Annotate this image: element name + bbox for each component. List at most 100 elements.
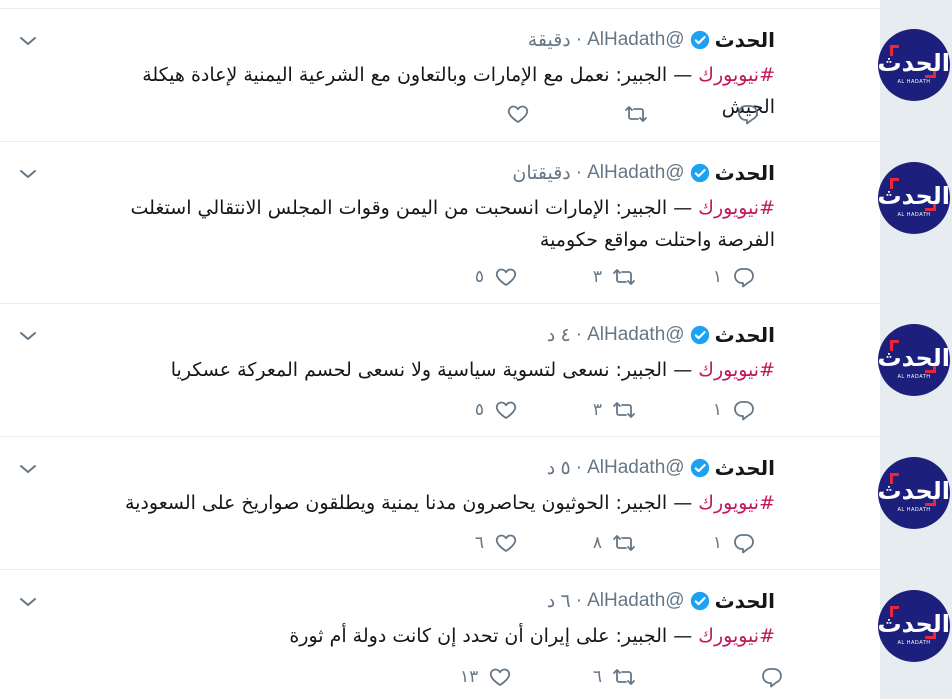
like-button[interactable]: ٥ [470, 264, 518, 290]
chevron-down-icon[interactable] [18, 326, 38, 346]
verified-badge-icon [690, 163, 709, 183]
hashtag-link[interactable]: #نيويورك [698, 197, 775, 219]
account-name[interactable]: الحدث [715, 161, 775, 185]
reply-icon [734, 268, 754, 288]
reply-count: ١ [712, 400, 722, 420]
like-button[interactable]: ١٣ [460, 664, 512, 690]
tweet-text: #نيويورك — الجبير: الإمارات انسحبت من ال… [130, 197, 775, 251]
reply-count: ١ [712, 533, 722, 553]
retweet-count: ٦ [592, 667, 602, 687]
separator-dot: · [575, 590, 583, 611]
reply-button[interactable]: ١ [708, 264, 756, 290]
hashtag-link[interactable]: #نيويورك [698, 625, 775, 647]
reply-icon [734, 401, 754, 421]
account-handle[interactable]: @AlHadath [587, 29, 684, 51]
retweet-button[interactable] [624, 101, 648, 127]
timeline: الحدث AL HADATH الحدث @AlHadath · دقيقة … [0, 0, 950, 699]
separator-dot: · [575, 162, 583, 183]
account-handle[interactable]: @AlHadath [587, 590, 684, 612]
account-handle[interactable]: @AlHadath [587, 324, 684, 346]
verified-badge-icon [690, 30, 709, 50]
retweet-button[interactable]: ٣ [588, 264, 636, 290]
separator-dot: · [575, 29, 583, 50]
like-count: ٥ [474, 400, 484, 420]
reply-icon [762, 668, 782, 688]
retweet-count: ٣ [592, 267, 602, 287]
tweet-time[interactable]: ٦ د [547, 590, 571, 613]
heart-icon [490, 668, 511, 686]
tweet-actions: ١ ٣ ٥ [0, 264, 780, 290]
heart-icon [495, 534, 517, 552]
heart-icon [495, 268, 517, 286]
like-count: ٥ [474, 267, 484, 287]
like-count: ١٣ [460, 667, 479, 687]
account-name[interactable]: الحدث [715, 323, 775, 347]
heart-icon [507, 105, 529, 123]
chevron-down-icon[interactable] [18, 459, 38, 479]
account-handle[interactable]: @AlHadath [587, 162, 684, 184]
retweet-icon [625, 106, 647, 122]
reply-button[interactable]: ١ [708, 530, 756, 556]
avatar[interactable]: الحدث AL HADATH [878, 457, 950, 529]
hashtag-link[interactable]: #نيويورك [698, 359, 775, 381]
retweet-icon [613, 669, 635, 685]
retweet-button[interactable]: ٨ [588, 530, 636, 556]
tweet-time[interactable]: دقيقتان [512, 162, 570, 185]
retweet-button[interactable]: ٣ [588, 397, 636, 423]
tweet-header: الحدث @AlHadath · ٦ د [547, 588, 775, 614]
avatar[interactable]: الحدث AL HADATH [878, 29, 950, 101]
account-name[interactable]: الحدث [715, 589, 775, 613]
tweet-actions: ١ ٨ ٦ [0, 530, 780, 556]
retweet-button[interactable]: ٦ [588, 664, 636, 690]
verified-badge-icon [690, 458, 709, 478]
retweet-icon [613, 269, 635, 285]
tweet-actions [0, 101, 780, 127]
separator-dot: · [575, 457, 583, 478]
reply-icon [738, 105, 758, 125]
reply-button[interactable] [736, 101, 760, 127]
avatar[interactable]: الحدث AL HADATH [878, 590, 950, 662]
like-button[interactable]: ٦ [470, 530, 518, 556]
heart-icon [495, 401, 517, 419]
hashtag-link[interactable]: #نيويورك [698, 64, 775, 86]
verified-badge-icon [690, 325, 709, 345]
tweet-header: الحدث @AlHadath · دقيقة [528, 27, 775, 53]
avatar[interactable]: الحدث AL HADATH [878, 324, 950, 396]
tweet[interactable]: الحدث AL HADATH الحدث @AlHadath · دقيقة … [0, 9, 950, 142]
tweet-actions: ١ ٣ ٥ [0, 397, 780, 423]
account-handle[interactable]: @AlHadath [587, 457, 684, 479]
tweet-header: الحدث @AlHadath · ٤ د [547, 322, 775, 348]
chevron-down-icon[interactable] [18, 164, 38, 184]
tweet-text: #نيويورك — الجبير: الحوثيون يحاصرون مدنا… [124, 492, 775, 514]
like-button[interactable] [506, 101, 530, 127]
reply-button[interactable]: ١ [708, 397, 756, 423]
retweet-count: ٣ [592, 400, 602, 420]
tweet-actions: ٦ ١٣ [0, 664, 782, 690]
hashtag-link[interactable]: #نيويورك [698, 492, 775, 514]
timeline-top-divider [0, 0, 880, 9]
tweet-time[interactable]: دقيقة [528, 29, 571, 52]
reply-count: ١ [712, 267, 722, 287]
account-name[interactable]: الحدث [715, 456, 775, 480]
tweet[interactable]: الحدث AL HADATH الحدث @AlHadath · ٦ د #ن… [0, 570, 950, 699]
tweet-time[interactable]: ٥ د [547, 457, 571, 480]
account-name[interactable]: الحدث [715, 28, 775, 52]
retweet-count: ٨ [592, 533, 602, 553]
tweet[interactable]: الحدث AL HADATH الحدث @AlHadath · ٥ د #ن… [0, 437, 950, 570]
tweet-header: الحدث @AlHadath · دقيقتان [512, 160, 775, 186]
tweet[interactable]: الحدث AL HADATH الحدث @AlHadath · ٤ د #ن… [0, 304, 950, 437]
reply-button[interactable] [736, 664, 784, 690]
avatar[interactable]: الحدث AL HADATH [878, 162, 950, 234]
tweet-header: الحدث @AlHadath · ٥ د [547, 455, 775, 481]
like-button[interactable]: ٥ [470, 397, 518, 423]
chevron-down-icon[interactable] [18, 592, 38, 612]
tweet-text: #نيويورك — الجبير: على إيران أن تحدد إن … [289, 625, 775, 647]
tweet-text: #نيويورك — الجبير: نسعى لتسوية سياسية ول… [170, 359, 775, 381]
tweet[interactable]: الحدث AL HADATH الحدث @AlHadath · دقيقتا… [0, 142, 950, 304]
chevron-down-icon[interactable] [18, 31, 38, 51]
separator-dot: · [575, 324, 583, 345]
verified-badge-icon [690, 591, 709, 611]
like-count: ٦ [474, 533, 484, 553]
reply-icon [734, 534, 754, 554]
tweet-time[interactable]: ٤ د [547, 324, 571, 347]
